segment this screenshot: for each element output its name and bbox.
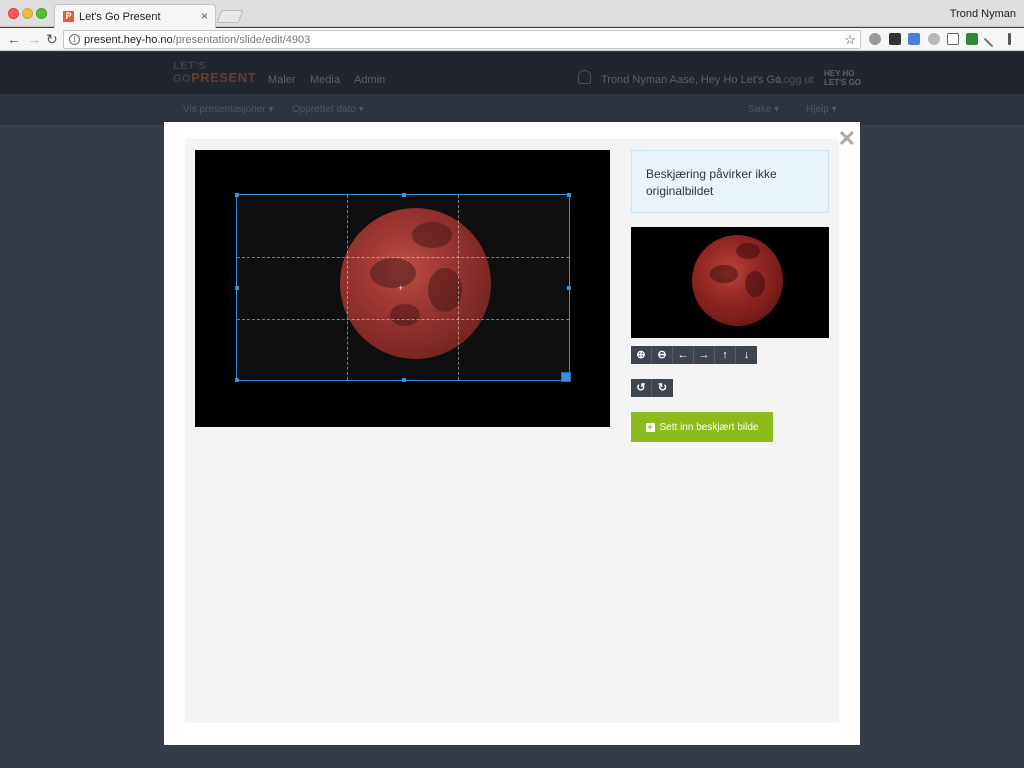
url-path: /presentation/slide/edit/4903 [172,34,311,46]
crop-guide-vertical [347,195,348,380]
browser-tab-bar: P Let's Go Present × Trond Nyman [0,0,1024,28]
url-domain: present.hey-ho.no [84,34,173,46]
user-name[interactable]: Trond Nyman Aase, Hey Ho Let's Go [601,74,781,86]
crop-guide-horizontal [237,257,569,258]
filter-created-dropdown[interactable]: Opprettet dato ▾ [292,104,364,115]
extension-camera-icon[interactable] [947,33,959,45]
crop-info-notice: Beskjæring påvirker ikke originalbildet [631,150,829,213]
bookmark-star-icon[interactable]: ☆ [844,32,856,48]
site-info-icon[interactable]: i [69,34,80,45]
logo-present: PRESENT [191,70,257,85]
app-header: LET'S GOPRESENT Maler Media Admin Trond … [0,52,1024,94]
moon-preview-image [692,235,783,326]
crop-selection-box[interactable]: + [235,193,571,382]
move-up-icon[interactable]: ↑ [715,346,736,364]
help-dropdown[interactable]: Hjelp ▾ [806,104,837,115]
insert-button-label: Sett inn beskjært bilde [659,421,759,433]
crop-handle-ne[interactable] [567,193,571,197]
move-right-icon[interactable]: → [694,346,715,364]
extension-cloud-icon[interactable] [928,33,940,45]
crop-guide-vertical [458,195,459,380]
user-icon [578,70,591,84]
address-bar[interactable]: i present.hey-ho.no/presentation/slide/e… [63,30,861,49]
window-maximize-button[interactable] [36,8,47,19]
favicon-icon: P [63,11,74,22]
crop-center-mark: + [398,283,404,293]
extension-translate-icon[interactable] [908,33,920,45]
logo-go: GO [173,73,192,85]
crop-handle-w[interactable] [235,286,239,290]
zoom-out-icon[interactable]: ⊖ [652,346,673,364]
moon-mare [710,265,738,283]
crop-handle-e[interactable] [567,286,571,290]
plus-square-icon: + [645,421,655,432]
move-down-icon[interactable]: ↓ [736,346,757,364]
window-close-button[interactable] [8,8,19,19]
moon-mare [736,243,760,259]
rotate-left-icon[interactable]: ↺ [631,379,652,397]
tab-close-icon[interactable]: × [201,9,208,23]
move-left-icon[interactable]: ← [673,346,694,364]
brand-line2: LET'S GO [824,78,862,87]
crop-guide-horizontal [237,319,569,320]
crop-toolbar-move-zoom: ⊕ ⊖ ← → ↑ ↓ [631,346,757,364]
insert-cropped-image-button[interactable]: + Sett inn beskjært bilde [631,412,773,442]
browser-tab-active[interactable]: P Let's Go Present × [54,4,216,28]
crop-handle-sw[interactable] [235,378,239,382]
hey-ho-brand-logo: HEY HO LET'S GO [824,69,861,87]
zoom-in-icon[interactable]: ⊕ [631,346,652,364]
crop-image-modal: ✕ + Beskjæring påvirker ikke originalbil… [164,122,860,745]
crop-toolbar-rotate: ↺ ↻ [631,379,673,397]
browser-menu-icon[interactable] [1008,33,1011,45]
new-tab-button[interactable] [216,10,244,23]
moon-mare [745,271,765,297]
rotate-right-icon[interactable]: ↻ [652,379,673,397]
extension-ghost-icon[interactable] [869,33,881,45]
crop-canvas[interactable]: + [195,150,610,427]
browser-profile-name[interactable]: Trond Nyman [950,8,1016,20]
nav-maler[interactable]: Maler [268,74,296,86]
nav-media[interactable]: Media [310,74,340,86]
logout-link[interactable]: Logg ut [777,74,814,86]
crop-handle-s[interactable] [402,378,406,382]
modal-body: + Beskjæring påvirker ikke originalbilde… [185,139,839,723]
tab-title: Let's Go Present [79,11,161,23]
search-dropdown[interactable]: Søke ▾ [748,104,779,115]
window-minimize-button[interactable] [22,8,33,19]
nav-admin[interactable]: Admin [354,74,385,86]
modal-close-icon[interactable]: ✕ [838,128,856,150]
back-arrow-icon[interactable]: ← [7,31,21,47]
url-text: present.hey-ho.no/presentation/slide/edi… [84,34,310,46]
extension-glasses-icon[interactable] [889,33,901,45]
lets-go-present-logo[interactable]: LET'S GOPRESENT [173,60,256,85]
reload-icon[interactable]: ↻ [46,31,58,47]
crop-handle-nw[interactable] [235,193,239,197]
forward-arrow-icon[interactable]: → [27,31,41,47]
brand-line1: HEY HO [824,69,855,78]
extension-download-icon[interactable] [966,33,978,45]
crop-preview [631,227,829,338]
filter-presentations-dropdown[interactable]: Vis presentasjoner ▾ [183,104,273,115]
crop-resize-handle-se[interactable] [561,372,571,382]
crop-handle-n[interactable] [402,193,406,197]
